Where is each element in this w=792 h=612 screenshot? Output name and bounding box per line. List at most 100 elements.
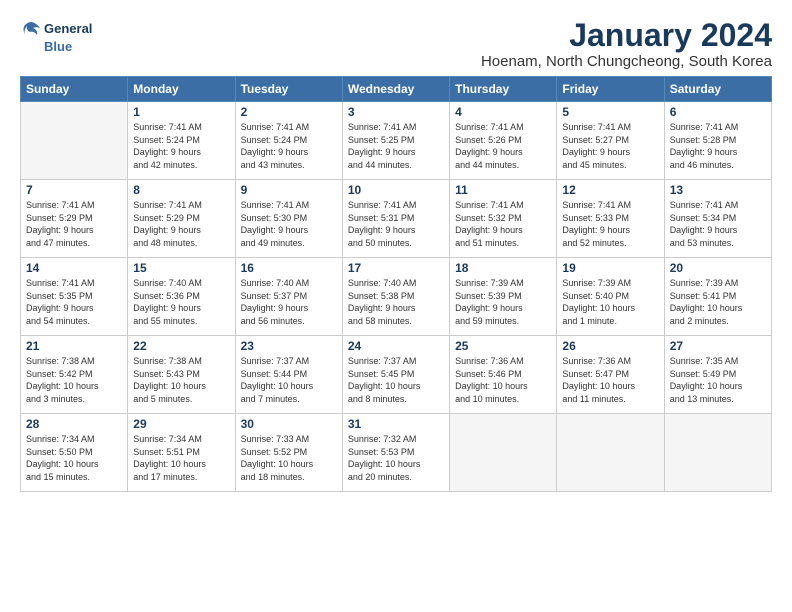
day-info: Sunrise: 7:41 AM Sunset: 5:34 PM Dayligh… [670,199,766,249]
calendar-cell: 31 Sunrise: 7:32 AM Sunset: 5:53 PM Dayli… [342,414,449,492]
day-info: Sunrise: 7:33 AM Sunset: 5:52 PM Dayligh… [241,433,337,483]
calendar-cell: 12 Sunrise: 7:41 AM Sunset: 5:33 PM Dayli… [557,180,664,258]
day-info: Sunrise: 7:41 AM Sunset: 5:24 PM Dayligh… [241,121,337,171]
day-info: Sunrise: 7:39 AM Sunset: 5:41 PM Dayligh… [670,277,766,327]
title-block: January 2024 Hoenam, North Chungcheong, … [481,18,772,70]
day-number: 19 [562,261,658,275]
day-number: 22 [133,339,229,353]
calendar-cell: 3 Sunrise: 7:41 AM Sunset: 5:25 PM Daylig… [342,102,449,180]
day-info: Sunrise: 7:37 AM Sunset: 5:45 PM Dayligh… [348,355,444,405]
day-info: Sunrise: 7:41 AM Sunset: 5:33 PM Dayligh… [562,199,658,249]
day-info: Sunrise: 7:41 AM Sunset: 5:31 PM Dayligh… [348,199,444,249]
day-info: Sunrise: 7:38 AM Sunset: 5:42 PM Dayligh… [26,355,122,405]
calendar-cell: 8Sunrise: 7:41 AM Sunset: 5:29 PM Daylig… [128,180,235,258]
header-tuesday: Tuesday [235,77,342,102]
day-number: 24 [348,339,444,353]
calendar-cell [450,414,557,492]
calendar-cell [557,414,664,492]
day-number: 27 [670,339,766,353]
day-number: 14 [26,261,122,275]
logo: General Blue [20,18,92,55]
day-number: 11 [455,183,551,197]
calendar-cell: 1 Sunrise: 7:41 AM Sunset: 5:24 PM Daylig… [128,102,235,180]
calendar-cell: 24 Sunrise: 7:37 AM Sunset: 5:45 PM Dayli… [342,336,449,414]
day-number: 10 [348,183,444,197]
header-saturday: Saturday [664,77,771,102]
day-number: 31 [348,417,444,431]
day-number: 18 [455,261,551,275]
day-info: Sunrise: 7:40 AM Sunset: 5:38 PM Dayligh… [348,277,444,327]
day-info: Sunrise: 7:41 AM Sunset: 5:30 PM Dayligh… [241,199,337,249]
day-info: Sunrise: 7:41 AM Sunset: 5:28 PM Dayligh… [670,121,766,171]
calendar-cell [21,102,128,180]
page: General Blue January 2024 Hoenam, North … [0,0,792,612]
day-number: 7 [26,183,122,197]
day-info: Sunrise: 7:32 AM Sunset: 5:53 PM Dayligh… [348,433,444,483]
day-number: 23 [241,339,337,353]
day-number: 2 [241,105,337,119]
day-number: 13 [670,183,766,197]
calendar-cell: 15Sunrise: 7:40 AM Sunset: 5:36 PM Dayli… [128,258,235,336]
header-friday: Friday [557,77,664,102]
day-number: 21 [26,339,122,353]
week-row-2: 14 Sunrise: 7:41 AM Sunset: 5:35 PM Dayli… [21,258,772,336]
day-number: 3 [348,105,444,119]
day-number: 30 [241,417,337,431]
day-number: 9 [241,183,337,197]
day-info: Sunrise: 7:41 AM Sunset: 5:26 PM Dayligh… [455,121,551,171]
day-info: Sunrise: 7:39 AM Sunset: 5:39 PM Dayligh… [455,277,551,327]
day-number: 25 [455,339,551,353]
calendar-header-row: SundayMondayTuesdayWednesdayThursdayFrid… [21,77,772,102]
header: General Blue January 2024 Hoenam, North … [20,18,772,70]
day-info: Sunrise: 7:36 AM Sunset: 5:47 PM Dayligh… [562,355,658,405]
calendar-cell: 23 Sunrise: 7:37 AM Sunset: 5:44 PM Dayli… [235,336,342,414]
logo-text-blue: Blue [44,40,72,55]
day-number: 12 [562,183,658,197]
day-info: Sunrise: 7:41 AM Sunset: 5:32 PM Dayligh… [455,199,551,249]
calendar-cell: 9 Sunrise: 7:41 AM Sunset: 5:30 PM Daylig… [235,180,342,258]
calendar-cell: 7Sunrise: 7:41 AM Sunset: 5:29 PM Daylig… [21,180,128,258]
header-thursday: Thursday [450,77,557,102]
calendar-cell: 25 Sunrise: 7:36 AM Sunset: 5:46 PM Dayli… [450,336,557,414]
calendar-cell: 10 Sunrise: 7:41 AM Sunset: 5:31 PM Dayli… [342,180,449,258]
day-number: 6 [670,105,766,119]
day-number: 4 [455,105,551,119]
calendar-cell: 19 Sunrise: 7:39 AM Sunset: 5:40 PM Dayli… [557,258,664,336]
calendar-cell: 13 Sunrise: 7:41 AM Sunset: 5:34 PM Dayli… [664,180,771,258]
day-number: 16 [241,261,337,275]
calendar-cell: 21 Sunrise: 7:38 AM Sunset: 5:42 PM Dayli… [21,336,128,414]
calendar-cell [664,414,771,492]
calendar-cell: 17 Sunrise: 7:40 AM Sunset: 5:38 PM Dayli… [342,258,449,336]
calendar-cell: 2 Sunrise: 7:41 AM Sunset: 5:24 PM Daylig… [235,102,342,180]
day-info: Sunrise: 7:41 AM Sunset: 5:24 PM Dayligh… [133,121,229,171]
day-number: 8 [133,183,229,197]
day-number: 1 [133,105,229,119]
day-info: Sunrise: 7:41 AM Sunset: 5:35 PM Dayligh… [26,277,122,327]
day-number: 26 [562,339,658,353]
calendar-cell: 6 Sunrise: 7:41 AM Sunset: 5:28 PM Daylig… [664,102,771,180]
calendar-title: January 2024 [481,18,772,53]
day-info: Sunrise: 7:35 AM Sunset: 5:49 PM Dayligh… [670,355,766,405]
day-number: 20 [670,261,766,275]
header-monday: Monday [128,77,235,102]
day-info: Sunrise: 7:40 AM Sunset: 5:37 PM Dayligh… [241,277,337,327]
week-row-3: 21 Sunrise: 7:38 AM Sunset: 5:42 PM Dayli… [21,336,772,414]
day-info: Sunrise: 7:36 AM Sunset: 5:46 PM Dayligh… [455,355,551,405]
week-row-1: 7Sunrise: 7:41 AM Sunset: 5:29 PM Daylig… [21,180,772,258]
day-info: Sunrise: 7:38 AM Sunset: 5:43 PM Dayligh… [133,355,229,405]
header-sunday: Sunday [21,77,128,102]
day-info: Sunrise: 7:41 AM Sunset: 5:27 PM Dayligh… [562,121,658,171]
calendar-cell: 29Sunrise: 7:34 AM Sunset: 5:51 PM Dayli… [128,414,235,492]
day-info: Sunrise: 7:41 AM Sunset: 5:25 PM Dayligh… [348,121,444,171]
calendar-table: SundayMondayTuesdayWednesdayThursdayFrid… [20,76,772,492]
week-row-4: 28Sunrise: 7:34 AM Sunset: 5:50 PM Dayli… [21,414,772,492]
calendar-cell: 18 Sunrise: 7:39 AM Sunset: 5:39 PM Dayli… [450,258,557,336]
day-number: 28 [26,417,122,431]
calendar-cell: 27 Sunrise: 7:35 AM Sunset: 5:49 PM Dayli… [664,336,771,414]
day-info: Sunrise: 7:34 AM Sunset: 5:51 PM Dayligh… [133,433,229,483]
day-info: Sunrise: 7:39 AM Sunset: 5:40 PM Dayligh… [562,277,658,327]
day-number: 17 [348,261,444,275]
day-number: 15 [133,261,229,275]
day-info: Sunrise: 7:37 AM Sunset: 5:44 PM Dayligh… [241,355,337,405]
week-row-0: 1 Sunrise: 7:41 AM Sunset: 5:24 PM Daylig… [21,102,772,180]
